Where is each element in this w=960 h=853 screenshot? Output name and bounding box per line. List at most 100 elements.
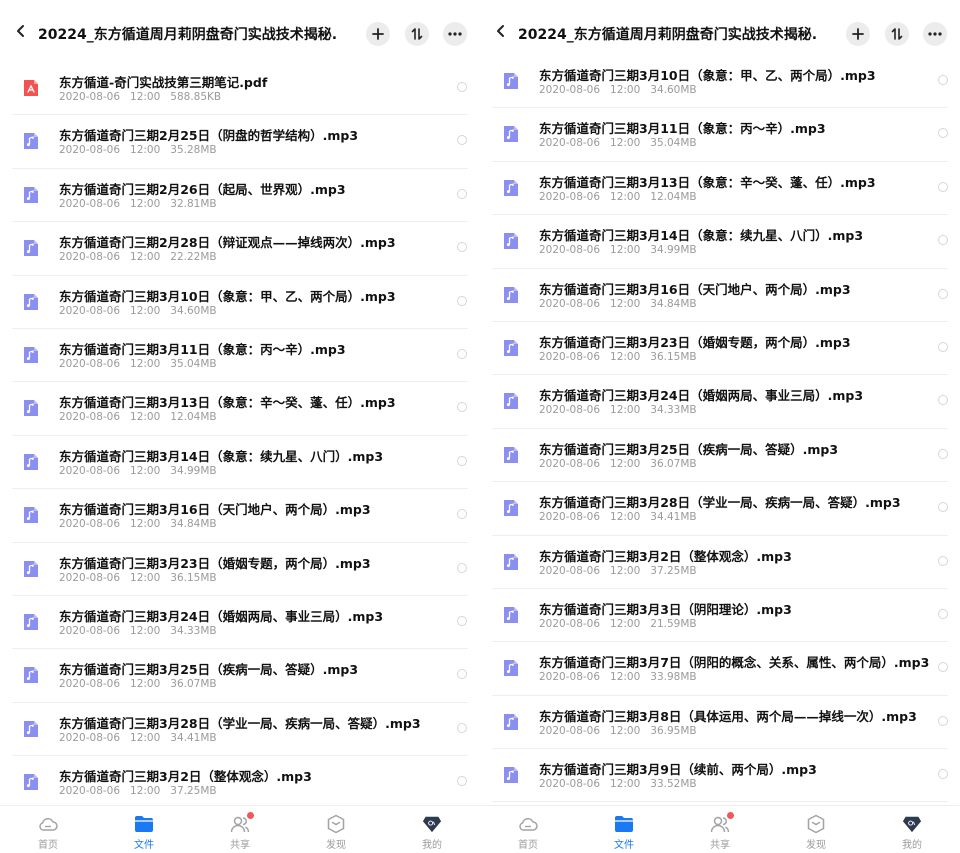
add-button[interactable] — [846, 22, 870, 46]
back-button[interactable] — [488, 18, 514, 44]
file-browser-pane-left: 20224_东方循道周月莉阴盘奇门实战技术揭秘... 东方循道-奇门实战技第三期… — [0, 0, 480, 853]
tab-label: 首页 — [518, 840, 538, 851]
select-radio[interactable] — [457, 242, 467, 253]
tab-profile-diamond[interactable]: 我的 — [384, 806, 480, 853]
file-meta: 2020-08-06 12:00 34.84MB — [539, 298, 707, 310]
select-radio[interactable] — [938, 181, 948, 192]
file-row[interactable]: 东方循道奇门三期3月24日（婚姻两局、事业三局）.mp3 2020-08-06 12… — [480, 375, 960, 430]
select-radio[interactable] — [457, 722, 467, 733]
file-row[interactable]: 东方循道奇门三期3月25日（疾病一局、答疑）.mp3 2020-08-06 12:0… — [480, 429, 960, 483]
select-radio[interactable] — [457, 776, 467, 787]
select-radio[interactable] — [938, 502, 948, 513]
add-button[interactable] — [366, 22, 390, 46]
select-radio[interactable] — [938, 341, 948, 352]
tab-cloud[interactable]: 首页 — [0, 806, 96, 853]
select-radio[interactable] — [938, 769, 948, 780]
file-row[interactable]: 东方循道奇门三期3月14日（象意：续九星、八门）.mp3 2020-08-06 12… — [480, 215, 960, 269]
select-radio[interactable] — [938, 235, 948, 246]
file-size: 34.99MB — [650, 244, 697, 257]
tab-label: 发现 — [806, 840, 826, 851]
file-meta: 2020-08-06 12:00 36.07MB — [59, 678, 227, 690]
file-row[interactable]: 东方循道奇门三期3月13日（象意：辛～癸、蓬、任）.mp3 2020-08-06 1… — [480, 162, 960, 216]
sort-button[interactable] — [405, 22, 429, 46]
audio-file-icon — [22, 239, 40, 257]
back-button[interactable] — [8, 18, 34, 44]
file-row[interactable]: 东方循道奇门三期3月25日（疾病一局、答疑）.mp3 2020-08-06 12:0… — [0, 649, 480, 704]
audio-file-icon — [22, 773, 40, 791]
select-radio[interactable] — [457, 348, 467, 359]
select-radio[interactable] — [938, 395, 948, 406]
file-row[interactable]: 东方循道奇门三期3月2日（整体观念）.mp3 2020-08-06 12:00 37.… — [0, 756, 480, 806]
select-radio[interactable] — [938, 448, 948, 459]
select-radio[interactable] — [457, 402, 467, 413]
file-meta: 2020-08-06 12:00 12.04MB — [539, 191, 707, 203]
file-row[interactable]: 东方循道-奇门实战技第三期笔记.pdf 2020-08-06 12:00 588.85… — [0, 62, 480, 116]
more-button[interactable] — [443, 22, 467, 46]
file-row[interactable]: 东方循道奇门三期3月11日（象意：丙～辛）.mp3 2020-08-06 12:00… — [480, 108, 960, 163]
chevron-left-icon — [497, 25, 504, 37]
tab-folder[interactable]: 文件 — [576, 806, 672, 853]
tab-share-users[interactable]: 共享 — [192, 806, 288, 853]
select-radio[interactable] — [457, 509, 467, 520]
select-radio[interactable] — [938, 288, 948, 299]
file-row[interactable]: 东方循道奇门三期3月28日（学业一局、疾病一局、答疑）.mp3 2020-08-0… — [0, 703, 480, 757]
audio-file-icon — [502, 446, 520, 464]
select-radio[interactable] — [457, 669, 467, 680]
file-time: 12:00 — [130, 518, 161, 531]
tab-cloud[interactable]: 首页 — [480, 806, 576, 853]
tab-discover[interactable]: 发现 — [768, 806, 864, 853]
file-row[interactable]: 东方循道奇门三期2月25日（阴盘的哲学结构）.mp3 2020-08-06 12:0… — [0, 115, 480, 170]
file-time: 12:00 — [610, 137, 641, 150]
file-row[interactable]: 东方循道奇门三期3月11日（象意：丙～辛）.mp3 2020-08-06 12:00… — [0, 329, 480, 383]
file-row[interactable]: 东方循道奇门三期3月23日（婚姻专题，两个局）.mp3 2020-08-06 12:… — [0, 543, 480, 597]
select-radio[interactable] — [938, 128, 948, 139]
more-dots-icon — [928, 32, 942, 36]
more-button[interactable] — [923, 22, 947, 46]
file-name: 东方循道奇门三期3月23日（婚姻专题，两个局）.mp3 — [59, 555, 371, 571]
file-name: 东方循道奇门三期3月10日（象意：甲、乙、两个局）.mp3 — [59, 288, 396, 304]
select-radio[interactable] — [457, 562, 467, 573]
file-row[interactable]: 东方循道奇门三期3月28日（学业一局、疾病一局、答疑）.mp3 2020-08-0… — [480, 482, 960, 536]
select-radio[interactable] — [938, 555, 948, 566]
tab-profile-diamond[interactable]: 我的 — [864, 806, 960, 853]
file-name: 东方循道奇门三期3月3日（阴阳理论）.mp3 — [539, 601, 792, 617]
file-row[interactable]: 东方循道奇门三期3月16日（天门地户、两个局）.mp3 2020-08-06 12:… — [0, 489, 480, 543]
select-radio[interactable] — [457, 135, 467, 146]
tab-share-users[interactable]: 共享 — [672, 806, 768, 853]
file-name: 东方循道奇门三期3月25日（疾病一局、答疑）.mp3 — [59, 662, 359, 678]
select-radio[interactable] — [457, 188, 467, 199]
sort-button[interactable] — [885, 22, 909, 46]
file-date: 2020-08-06 — [59, 785, 121, 798]
file-time: 12:00 — [610, 350, 641, 363]
file-row[interactable]: 东方循道奇门三期3月13日（象意：辛～癸、蓬、任）.mp3 2020-08-06 1… — [0, 382, 480, 437]
select-radio[interactable] — [457, 615, 467, 626]
file-row[interactable]: 东方循道奇门三期3月8日（具体运用、两个局——掉线一次）.mp3 2020-08-… — [480, 696, 960, 750]
file-row[interactable]: 东方循道奇门三期3月14日（象意：续九星、八门）.mp3 2020-08-06 12… — [0, 436, 480, 490]
bottom-tab-bar: 首页 文件 共享 发现 我的 — [480, 805, 960, 853]
file-row[interactable]: 东方循道奇门三期3月2日（整体观念）.mp3 2020-08-06 12:00 37.… — [480, 536, 960, 590]
select-radio[interactable] — [457, 295, 467, 306]
file-row[interactable]: 东方循道奇门三期2月26日（起局、世界观）.mp3 2020-08-06 12:00… — [0, 169, 480, 223]
select-radio[interactable] — [457, 455, 467, 466]
select-radio[interactable] — [938, 75, 948, 85]
file-row[interactable]: 东方循道奇门三期3月10日（象意：甲、乙、两个局）.mp3 2020-08-06 1… — [480, 55, 960, 109]
file-row[interactable]: 东方循道奇门三期3月3日（阴阳理论）.mp3 2020-08-06 12:00 21.… — [480, 589, 960, 643]
tab-discover[interactable]: 发现 — [288, 806, 384, 853]
select-radio[interactable] — [938, 662, 948, 673]
file-row[interactable]: 东方循道奇门三期3月16日（天门地户、两个局）.mp3 2020-08-06 12:… — [480, 269, 960, 323]
tab-folder[interactable]: 文件 — [96, 806, 192, 853]
file-size: 34.33MB — [170, 624, 217, 637]
file-meta: 2020-08-06 12:00 34.60MB — [539, 84, 707, 96]
file-meta: 2020-08-06 12:00 34.33MB — [539, 404, 707, 416]
file-row[interactable]: 东方循道奇门三期3月24日（婚姻两局、事业三局）.mp3 2020-08-06 12… — [0, 596, 480, 650]
file-size: 34.60MB — [650, 84, 697, 96]
file-row[interactable]: 东方循道奇门三期3月9日（续前、两个局）.mp3 2020-08-06 12:00 3… — [480, 749, 960, 803]
file-row[interactable]: 东方循道奇门三期3月7日（阴阳的概念、关系、属性、两个局）.mp3 2020-08… — [480, 642, 960, 697]
select-radio[interactable] — [938, 715, 948, 726]
file-row[interactable]: 东方循道奇门三期3月23日（婚姻专题，两个局）.mp3 2020-08-06 12:… — [480, 322, 960, 376]
file-row[interactable]: 东方循道奇门三期2月28日（辩证观点——掉线两次）.mp3 2020-08-06 1… — [0, 222, 480, 276]
file-row[interactable]: 东方循道奇门三期3月10日（象意：甲、乙、两个局）.mp3 2020-08-06 1… — [0, 276, 480, 330]
file-time: 12:00 — [610, 671, 641, 684]
select-radio[interactable] — [938, 608, 948, 619]
select-radio[interactable] — [457, 82, 467, 92]
